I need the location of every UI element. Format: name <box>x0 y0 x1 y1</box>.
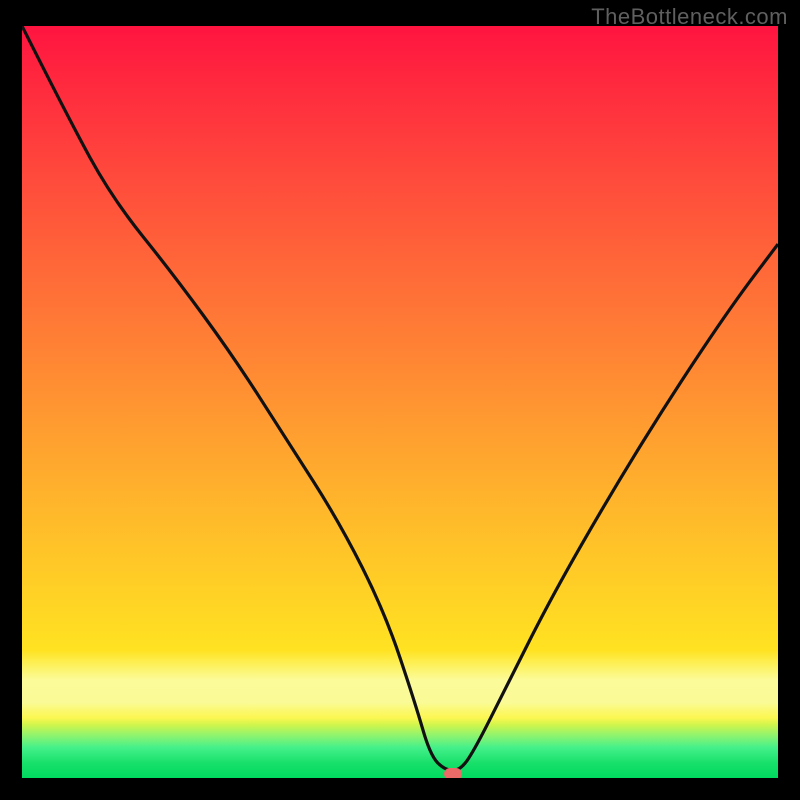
curve-path <box>22 26 778 771</box>
optimal-marker <box>444 768 462 778</box>
watermark-text: TheBottleneck.com <box>591 4 788 30</box>
chart-frame: TheBottleneck.com <box>0 0 800 800</box>
bottleneck-curve <box>22 26 778 778</box>
plot-area <box>22 26 778 778</box>
